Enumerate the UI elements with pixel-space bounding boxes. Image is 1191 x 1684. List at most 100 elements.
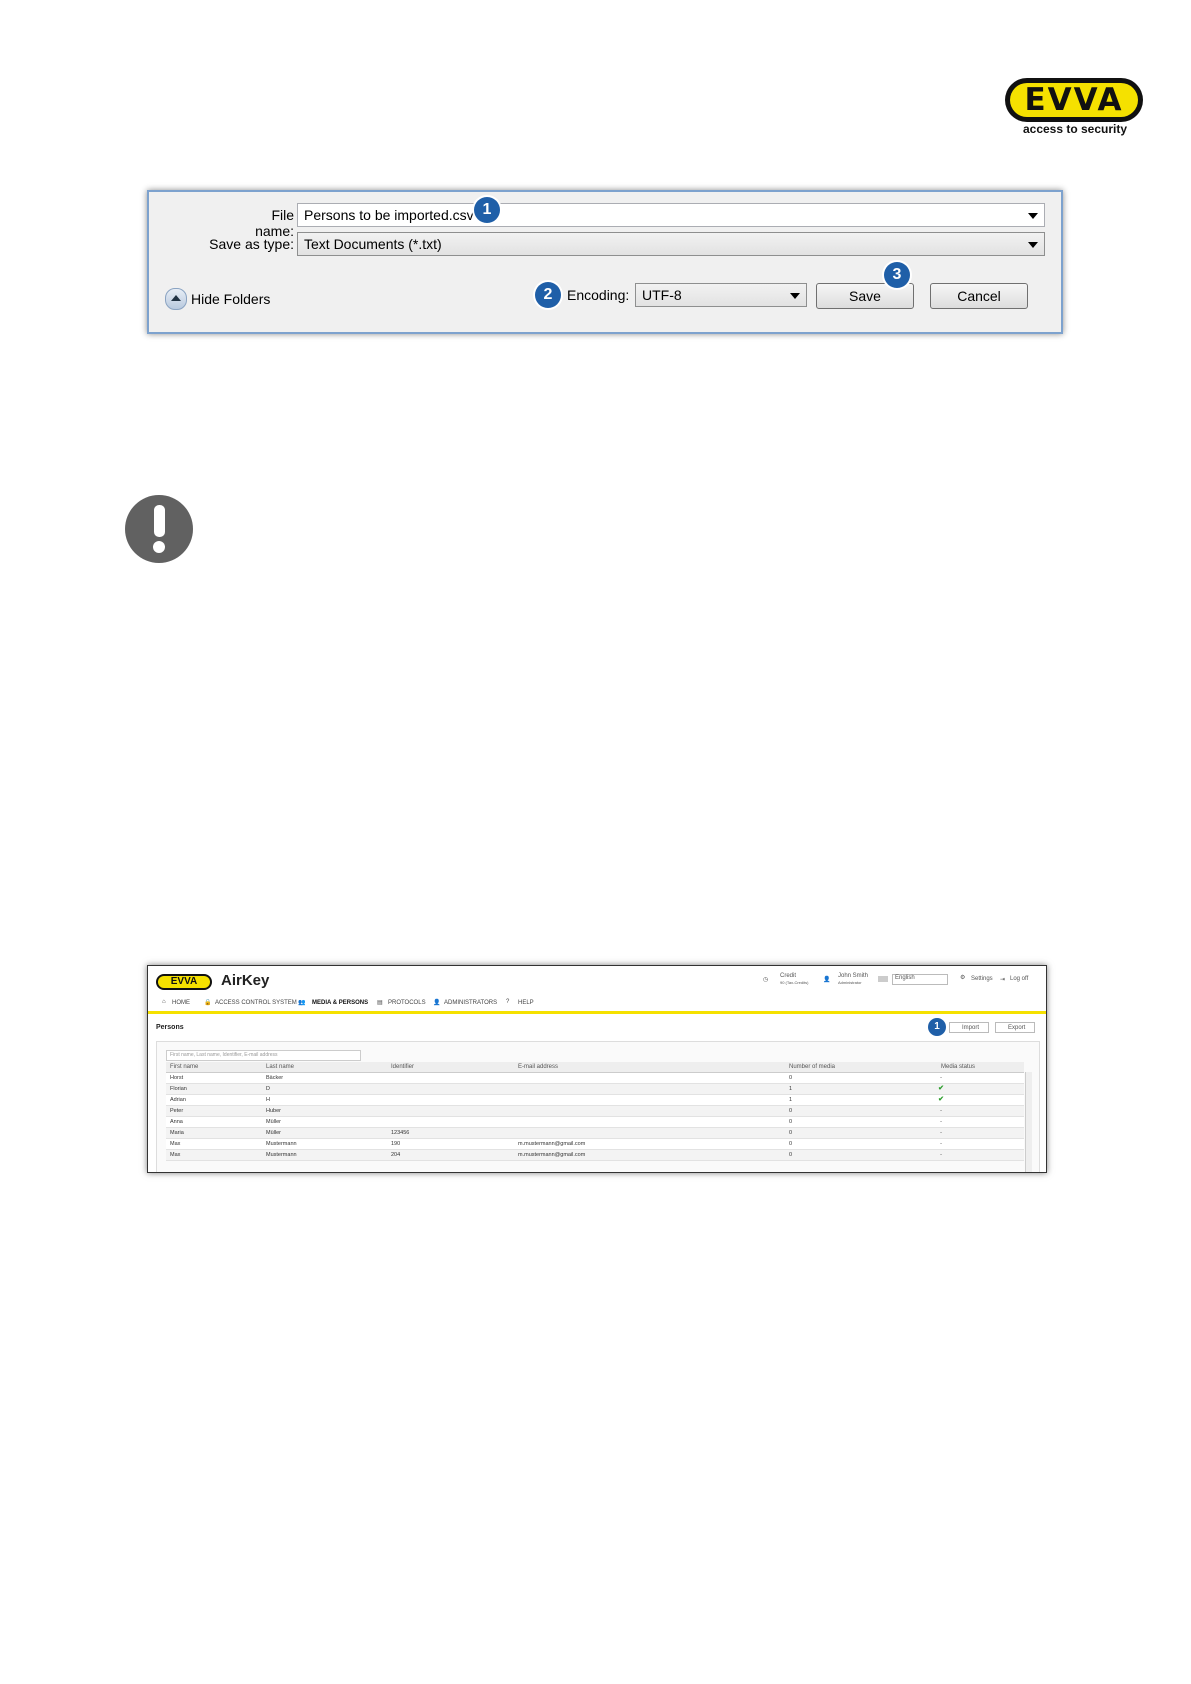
cell-number-of-media: 1 bbox=[789, 1097, 793, 1103]
cell-media-status: - bbox=[940, 1152, 942, 1158]
table-scrollbar[interactable] bbox=[1025, 1072, 1032, 1172]
save-as-type-value: Text Documents (*.txt) bbox=[304, 236, 442, 252]
col-last-name[interactable]: Last name bbox=[266, 1064, 294, 1070]
encoding-value: UTF-8 bbox=[642, 287, 682, 303]
user-icon: 👤 bbox=[823, 977, 831, 983]
nav-divider bbox=[148, 1011, 1046, 1014]
cell-first-name: Horst bbox=[170, 1075, 184, 1081]
cell-number-of-media: 1 bbox=[789, 1086, 793, 1092]
file-name-field[interactable]: Persons to be imported.csv bbox=[297, 203, 1045, 227]
step-badge-1: 1 bbox=[474, 197, 500, 223]
step-badge: 1 bbox=[928, 1018, 946, 1036]
cell-media-status: - bbox=[940, 1141, 942, 1147]
lock-icon: 🔒 bbox=[204, 1000, 212, 1006]
cell-first-name: Anna bbox=[170, 1119, 183, 1125]
exclamation-icon bbox=[125, 495, 193, 563]
cell-first-name: Maria bbox=[170, 1130, 184, 1136]
persons-icon: 👥 bbox=[298, 1000, 306, 1006]
airkey-evva-logo: EVVA bbox=[156, 974, 212, 990]
cell-media-status: - bbox=[940, 1119, 942, 1125]
airkey-logo-text: EVVA bbox=[158, 976, 210, 988]
chevron-down-icon bbox=[1028, 242, 1038, 248]
encoding-label: Encoding: bbox=[567, 287, 630, 303]
cell-number-of-media: 0 bbox=[789, 1141, 793, 1147]
document-icon: ▤ bbox=[377, 1000, 383, 1006]
cell-number-of-media: 0 bbox=[789, 1130, 793, 1136]
cell-first-name: Adrian bbox=[170, 1097, 186, 1103]
home-icon: ⌂ bbox=[162, 999, 166, 1005]
cell-last-name: Bäcker bbox=[266, 1075, 284, 1081]
nav-media-persons[interactable]: MEDIA & PERSONS bbox=[312, 1000, 368, 1006]
credit-value: 90 (Tax-Credits) bbox=[780, 980, 809, 985]
logout-icon[interactable]: ⇥ bbox=[1000, 976, 1005, 983]
flag-icon bbox=[878, 976, 888, 982]
table-row[interactable]: Florian D 1 ✔ bbox=[166, 1084, 1024, 1095]
table-row[interactable]: Max Mustermann 204 m.mustermann@gmail.com 0 - bbox=[166, 1150, 1024, 1161]
cell-media-status: ✔ bbox=[938, 1085, 944, 1092]
export-button[interactable]: Export bbox=[995, 1022, 1035, 1033]
cell-identifier: 123456 bbox=[391, 1130, 410, 1136]
search-placeholder: First name, Last name, Identifier, E-mai… bbox=[170, 1052, 278, 1058]
save-dialog-screenshot: File name: Persons to be imported.csv 1 … bbox=[147, 190, 1063, 334]
nav-administrators[interactable]: ADMINISTRATORS bbox=[444, 1000, 497, 1006]
col-identifier[interactable]: Identifier bbox=[391, 1064, 414, 1070]
settings-link[interactable]: Settings bbox=[971, 976, 993, 982]
file-name-label: File name: bbox=[255, 207, 294, 239]
cell-last-name: Müller bbox=[266, 1130, 281, 1136]
logout-link[interactable]: Log off bbox=[1010, 976, 1028, 982]
nav-help[interactable]: HELP bbox=[518, 1000, 534, 1006]
user-name[interactable]: John Smith bbox=[838, 973, 868, 979]
cell-last-name: D bbox=[266, 1086, 270, 1092]
hide-folders-icon[interactable] bbox=[165, 288, 187, 310]
col-number-of-media[interactable]: Number of media bbox=[789, 1064, 835, 1070]
cell-first-name: Florian bbox=[170, 1086, 187, 1092]
table-row[interactable]: Horst Bäcker 0 - bbox=[166, 1073, 1024, 1084]
cell-media-status: ✔ bbox=[938, 1096, 944, 1103]
file-name-value: Persons to be imported.csv bbox=[304, 207, 474, 223]
nav-home[interactable]: HOME bbox=[172, 1000, 190, 1006]
step-badge-2: 2 bbox=[535, 282, 561, 308]
cell-first-name: Peter bbox=[170, 1108, 184, 1114]
admin-icon: 👤 bbox=[433, 1000, 441, 1006]
table-row[interactable]: Max Mustermann 190 m.mustermann@gmail.com 0 - bbox=[166, 1139, 1024, 1150]
table-row[interactable]: Maria Müller 123456 0 - bbox=[166, 1128, 1024, 1139]
cell-number-of-media: 0 bbox=[789, 1108, 793, 1114]
table-row[interactable]: Peter Huber 0 - bbox=[166, 1106, 1024, 1117]
import-button[interactable]: Import bbox=[949, 1022, 989, 1033]
cell-last-name: Huber bbox=[266, 1108, 281, 1114]
encoding-select[interactable]: UTF-8 bbox=[635, 283, 807, 307]
save-as-type-label: Save as type: bbox=[209, 236, 294, 252]
hide-folders-label[interactable]: Hide Folders bbox=[191, 291, 270, 307]
gear-icon[interactable]: ⚙ bbox=[960, 974, 965, 981]
col-media-status[interactable]: Media status bbox=[941, 1064, 975, 1070]
user-role: Administrator bbox=[838, 980, 862, 985]
cell-media-status: - bbox=[940, 1130, 942, 1136]
col-email[interactable]: E-mail address bbox=[518, 1064, 558, 1070]
language-value: English bbox=[895, 975, 915, 981]
language-select[interactable]: English bbox=[892, 974, 948, 985]
cell-email: m.mustermann@gmail.com bbox=[518, 1141, 586, 1147]
credit-label: Credit bbox=[780, 973, 797, 979]
cell-first-name: Max bbox=[170, 1141, 181, 1147]
search-input[interactable]: First name, Last name, Identifier, E-mai… bbox=[166, 1050, 361, 1061]
cell-last-name: Müller bbox=[266, 1119, 281, 1125]
cancel-button[interactable]: Cancel bbox=[930, 283, 1028, 309]
logo-tagline: access to security bbox=[1022, 122, 1128, 136]
save-as-type-select[interactable]: Text Documents (*.txt) bbox=[297, 232, 1045, 256]
table-header: First name Last name Identifier E-mail a… bbox=[166, 1062, 1024, 1073]
table-row[interactable]: Anna Müller 0 - bbox=[166, 1117, 1024, 1128]
cell-last-name: Mustermann bbox=[266, 1141, 297, 1147]
cell-last-name: Mustermann bbox=[266, 1152, 297, 1158]
evva-logo: EVVA access to security bbox=[1003, 76, 1147, 139]
page-title: Persons bbox=[156, 1024, 184, 1031]
cell-number-of-media: 0 bbox=[789, 1119, 793, 1125]
cell-first-name: Max bbox=[170, 1152, 181, 1158]
nav-protocols[interactable]: PROTOCOLS bbox=[388, 1000, 426, 1006]
cell-last-name: H bbox=[266, 1097, 270, 1103]
nav-access-control[interactable]: ACCESS CONTROL SYSTEM bbox=[215, 1000, 297, 1006]
cell-media-status: - bbox=[940, 1108, 942, 1114]
logo-pill: EVVA bbox=[1005, 78, 1143, 122]
table-row[interactable]: Adrian H 1 ✔ bbox=[166, 1095, 1024, 1106]
col-first-name[interactable]: First name bbox=[170, 1064, 198, 1070]
cell-email: m.mustermann@gmail.com bbox=[518, 1152, 586, 1158]
